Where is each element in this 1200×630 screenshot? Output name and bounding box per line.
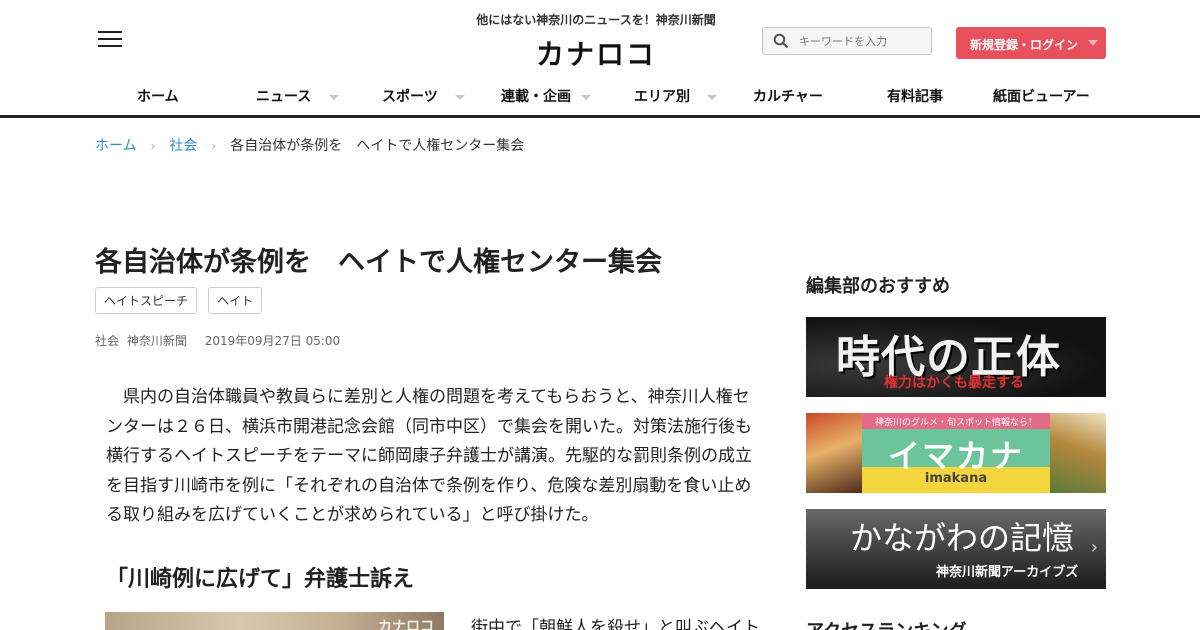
article-category: 社会 (95, 334, 120, 348)
chevron-right-icon: › (1090, 537, 1098, 558)
ranking-heading: アクセスランキング (806, 617, 967, 630)
chevron-down-icon (455, 95, 465, 100)
food-photo (1050, 413, 1106, 493)
breadcrumb-current: 各自治体が条例を ヘイトで人権センター集会 (230, 138, 525, 154)
article-meta: 社会 神奈川新聞 2019年09月27日 05:00 (95, 332, 344, 349)
nav-item-home[interactable]: ホーム (137, 86, 179, 106)
nav-item-sports[interactable]: スポーツ (382, 86, 438, 106)
login-button[interactable]: 新規登録・ログイン (956, 27, 1106, 59)
chevron-right-icon: › (211, 139, 217, 153)
chevron-right-icon: › (150, 139, 156, 153)
nav-item-area[interactable]: エリア別 (634, 86, 690, 106)
search-box[interactable] (762, 27, 932, 55)
article-title: 各自治体が条例を ヘイトで人権センター集会 (95, 247, 662, 278)
nav-item-news[interactable]: ニュース (256, 86, 311, 106)
article-tags: ヘイトスピーチ ヘイト (95, 287, 268, 314)
banner-strip: 神奈川のグルメ・旬スポット情報なら！ (862, 413, 1050, 429)
photo-watermark: カナロコ (378, 619, 434, 630)
breadcrumb: ホーム › 社会 › 各自治体が条例を ヘイトで人権センター集会 (95, 135, 524, 155)
banner-small: imakana (924, 471, 988, 486)
banner-subtitle: 権力はかくも暴走する (884, 375, 1024, 391)
banner-kanagawa-no-kioku[interactable]: かながわの記憶 神奈川新聞アーカイブズ › (806, 509, 1106, 589)
article-source: 神奈川新聞 (126, 334, 187, 348)
search-input[interactable] (799, 31, 925, 51)
banner-subtitle: 神奈川新聞アーカイブズ (936, 565, 1079, 580)
article-body-continued: 街中で「朝鮮人を殺せ」と叫ぶヘイト (471, 618, 760, 630)
nav-item-culture[interactable]: カルチャー (753, 86, 823, 106)
main-nav: ホーム ニュース スポーツ 連載・企画 エリア別 カルチャー 有料記事 紙面ビュ… (95, 86, 1105, 110)
banner-jidai-no-shotai[interactable]: 時代の正体 権力はかくも暴走する (806, 317, 1106, 397)
breadcrumb-home[interactable]: ホーム (95, 138, 137, 154)
tag-hate[interactable]: ヘイト (208, 287, 263, 314)
chevron-down-icon (329, 95, 339, 100)
login-button-label: 新規登録・ログイン (970, 38, 1079, 52)
nav-item-viewer[interactable]: 紙面ビューアー (993, 86, 1090, 106)
nav-item-series[interactable]: 連載・企画 (501, 86, 571, 106)
site-header: 他にはない神奈川のニュースを！神奈川新聞 カナロコ 新規登録・ログイン ホーム … (0, 0, 1200, 118)
food-photo (806, 413, 862, 493)
chevron-down-icon (581, 95, 591, 100)
breadcrumb-category[interactable]: 社会 (169, 138, 197, 154)
site-tagline: 他にはない神奈川のニュースを！神奈川新聞 (476, 13, 716, 27)
chevron-down-icon (707, 95, 717, 100)
chevron-down-icon (1088, 40, 1098, 46)
sidebar-heading: 編集部のおすすめ (806, 276, 950, 297)
search-icon[interactable] (773, 33, 789, 49)
article-date: 2019年09月27日 05:00 (204, 334, 341, 348)
article-body: 県内の自治体職員や教員らに差別と人権の問題を考えてもらおうと、神奈川人権センター… (106, 387, 752, 525)
article-photo[interactable]: カナロコ (105, 612, 444, 630)
nav-item-paid[interactable]: 有料記事 (887, 86, 943, 106)
tag-hate-speech[interactable]: ヘイトスピーチ (95, 287, 198, 314)
banner-title: かながわの記憶 (850, 519, 1075, 557)
article-subheading: 「川崎例に広げて」弁護士訴え (106, 567, 415, 592)
banner-imakana[interactable]: 神奈川のグルメ・旬スポット情報なら！ イマカナ imakana (806, 413, 1106, 493)
